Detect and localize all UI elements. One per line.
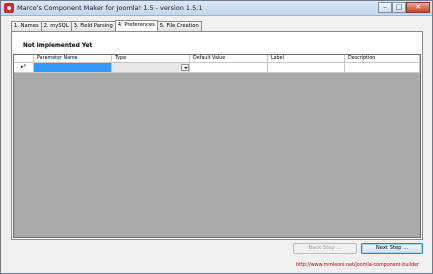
column-header-parameter-name[interactable]: Parameter Name: [34, 55, 112, 63]
close-button[interactable]: ✕: [406, 2, 430, 13]
description-cell[interactable]: [345, 63, 420, 73]
tab-preferences[interactable]: 4. Preferences: [114, 20, 158, 31]
tab-mysql[interactable]: 2. mySQL: [40, 21, 72, 31]
label-cell[interactable]: [268, 63, 345, 73]
preferences-panel: Not Implemented Yet Parameter Name Type …: [11, 31, 423, 240]
app-window: Marco's Component Maker for Joomla! 1.5 …: [0, 0, 433, 274]
type-combo-cell[interactable]: [112, 63, 190, 73]
window-controls: – □ ✕: [378, 2, 430, 13]
tab-file-creation[interactable]: 5. File Creation: [156, 21, 202, 31]
column-header-type[interactable]: Type: [112, 55, 190, 63]
tab-names[interactable]: 1. Names: [11, 21, 42, 31]
not-implemented-label: Not Implemented Yet: [23, 43, 93, 49]
column-header-default-value[interactable]: Default Value: [190, 55, 268, 63]
back-step-button[interactable]: Back Step ...: [293, 243, 357, 254]
parameters-grid[interactable]: Parameter Name Type Default Value Label …: [13, 54, 421, 238]
tab-strip: 1. Names 2. mySQL 3. Field Parsing 4. Pr…: [11, 20, 202, 31]
window-title: Marco's Component Maker for Joomla! 1.5 …: [17, 4, 203, 12]
tab-field-parsing[interactable]: 3. Field Parsing: [70, 21, 116, 31]
title-bar[interactable]: Marco's Component Maker for Joomla! 1.5 …: [1, 1, 432, 16]
column-header-description[interactable]: Description: [345, 55, 420, 63]
minimize-button[interactable]: –: [378, 2, 392, 13]
website-link[interactable]: http://www.mmleoni.net/joomla-component-…: [296, 263, 419, 268]
new-row-marker[interactable]: ▸*: [14, 63, 34, 73]
app-logo-icon: [4, 3, 14, 13]
row-header-corner: [14, 55, 34, 63]
next-step-button[interactable]: Next Step ...: [361, 243, 423, 254]
default-value-cell[interactable]: [190, 63, 268, 73]
table-row[interactable]: ▸*: [14, 63, 420, 73]
maximize-button[interactable]: □: [392, 2, 406, 13]
chevron-down-icon[interactable]: [181, 64, 189, 71]
grid-header: Parameter Name Type Default Value Label …: [14, 55, 420, 63]
parameter-name-cell[interactable]: [34, 63, 112, 73]
column-header-label[interactable]: Label: [268, 55, 345, 63]
